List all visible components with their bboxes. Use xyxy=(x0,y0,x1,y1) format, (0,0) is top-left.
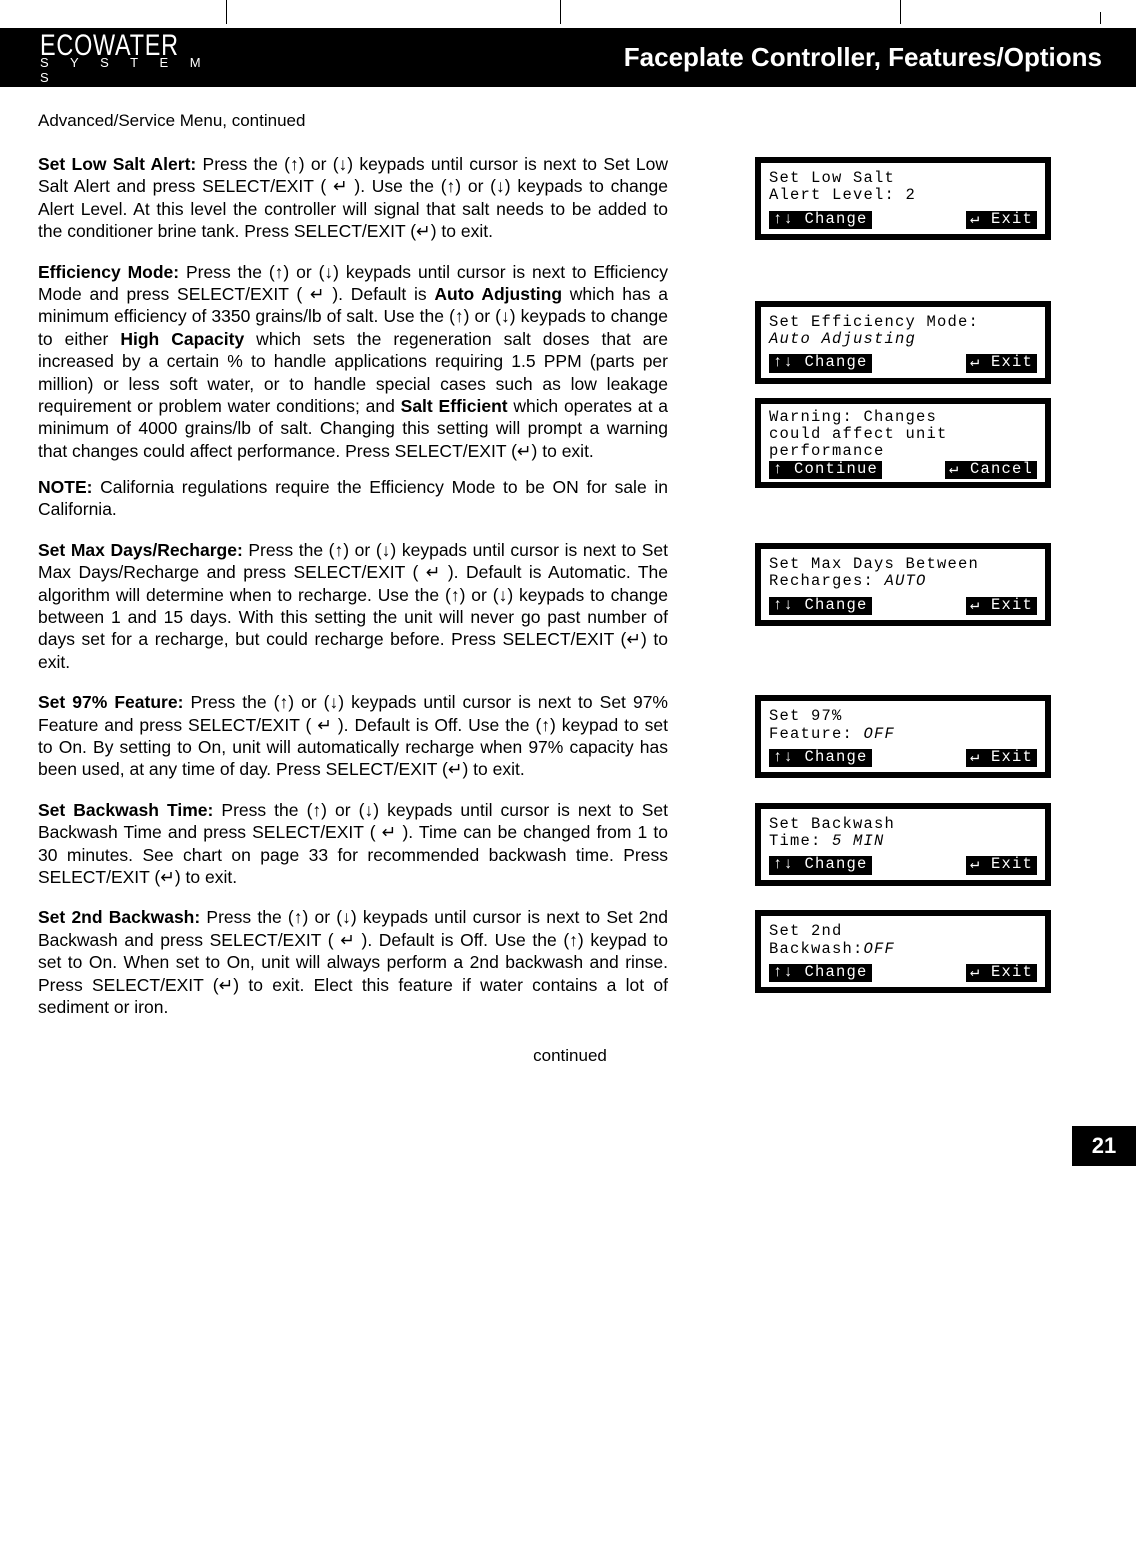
lcd-maxdays: Set Max Days Between Recharges: AUTO Cha… xyxy=(755,543,1051,626)
lcd-line: Set Efficiency Mode: xyxy=(769,314,1037,331)
lcd-line: Set 97% xyxy=(769,708,1037,725)
effmode-text: Efficiency Mode: Press the (↑) or (↓) ke… xyxy=(38,261,668,463)
lcd-line: Set Max Days Between xyxy=(769,556,1037,573)
lcd-exit: Exit xyxy=(966,597,1037,615)
pct97-text: Set 97% Feature: Press the (↑) or (↓) ke… xyxy=(38,691,668,781)
lcd-label: Recharges: xyxy=(769,572,885,590)
lcd-line: Set Low Salt xyxy=(769,170,1037,187)
lcd-exit: Exit xyxy=(966,354,1037,372)
maxdays-lead: Set Max Days/Recharge: xyxy=(38,540,243,560)
brand-name: ECOWATER xyxy=(40,32,179,59)
backwash2-text: Set 2nd Backwash: Press the (↑) or (↓) k… xyxy=(38,906,668,1018)
continued-label: continued xyxy=(38,1046,1102,1066)
lcd-change: Change xyxy=(769,354,872,372)
lcd-pct97: Set 97% Feature: OFF Change Exit xyxy=(755,695,1051,778)
lcd-cancel: Cancel xyxy=(945,461,1037,479)
lcd-exit: Exit xyxy=(966,856,1037,874)
lcd-value: AUTO xyxy=(885,572,927,590)
page-number: 21 xyxy=(1072,1126,1136,1166)
maxdays-text: Set Max Days/Recharge: Press the (↑) or … xyxy=(38,539,668,673)
lcd-line: could affect unit xyxy=(769,426,1037,443)
backwash-lead: Set Backwash Time: xyxy=(38,800,213,820)
lcd-change: Change xyxy=(769,597,872,615)
lcd-value: OFF xyxy=(864,725,896,743)
lcd-continue: Continue xyxy=(769,461,882,479)
lowsalt-text: Set Low Salt Alert: Press the (↑) or (↓)… xyxy=(38,153,668,243)
section-subhead: Advanced/Service Menu, continued xyxy=(38,111,1102,131)
lcd-label: Time: xyxy=(769,832,832,850)
lcd-change: Change xyxy=(769,211,872,229)
lcd-line: Warning: Changes xyxy=(769,409,1037,426)
lowsalt-lead: Set Low Salt Alert: xyxy=(38,154,196,174)
brand-logo: ECOWATER S Y S T E M S xyxy=(0,28,218,87)
lcd-warning: Warning: Changes could affect unit perfo… xyxy=(755,398,1051,488)
lcd-exit: Exit xyxy=(966,964,1037,982)
lcd-exit: Exit xyxy=(966,211,1037,229)
lcd-value: 5 MIN xyxy=(832,832,885,850)
lcd-line: Set 2nd xyxy=(769,923,1037,940)
pct97-lead: Set 97% Feature: xyxy=(38,692,183,712)
page-title: Faceplate Controller, Features/Options xyxy=(218,28,1136,87)
lcd-lowsalt: Set Low Salt Alert Level: 2 Change Exit xyxy=(755,157,1051,240)
lcd-change: Change xyxy=(769,964,872,982)
lcd-backwash2: Set 2nd Backwash:OFF Change Exit xyxy=(755,910,1051,993)
lcd-effmode: Set Efficiency Mode: Auto Adjusting Chan… xyxy=(755,301,1051,384)
lcd-change: Change xyxy=(769,856,872,874)
backwash-text: Set Backwash Time: Press the (↑) or (↓) … xyxy=(38,799,668,889)
lcd-label: Alert Level: xyxy=(769,186,906,204)
effmode-lead: Efficiency Mode: xyxy=(38,262,179,282)
lcd-value: OFF xyxy=(864,940,896,958)
lcd-exit: Exit xyxy=(966,749,1037,767)
lcd-label: Backwash: xyxy=(769,940,864,958)
page-header: ECOWATER S Y S T E M S Faceplate Control… xyxy=(0,28,1136,87)
lcd-line: Set Backwash xyxy=(769,816,1037,833)
backwash2-lead: Set 2nd Backwash: xyxy=(38,907,200,927)
lcd-change: Change xyxy=(769,749,872,767)
lcd-value: 2 xyxy=(906,186,917,204)
crop-marks xyxy=(0,0,1136,28)
lcd-value: Auto Adjusting xyxy=(769,331,1037,348)
effmode-note: NOTE: California regulations require the… xyxy=(38,476,668,521)
note-lead: NOTE: xyxy=(38,477,92,497)
lcd-label: Feature: xyxy=(769,725,864,743)
lcd-backwash: Set Backwash Time: 5 MIN Change Exit xyxy=(755,803,1051,886)
lcd-line: performance xyxy=(769,443,1037,460)
